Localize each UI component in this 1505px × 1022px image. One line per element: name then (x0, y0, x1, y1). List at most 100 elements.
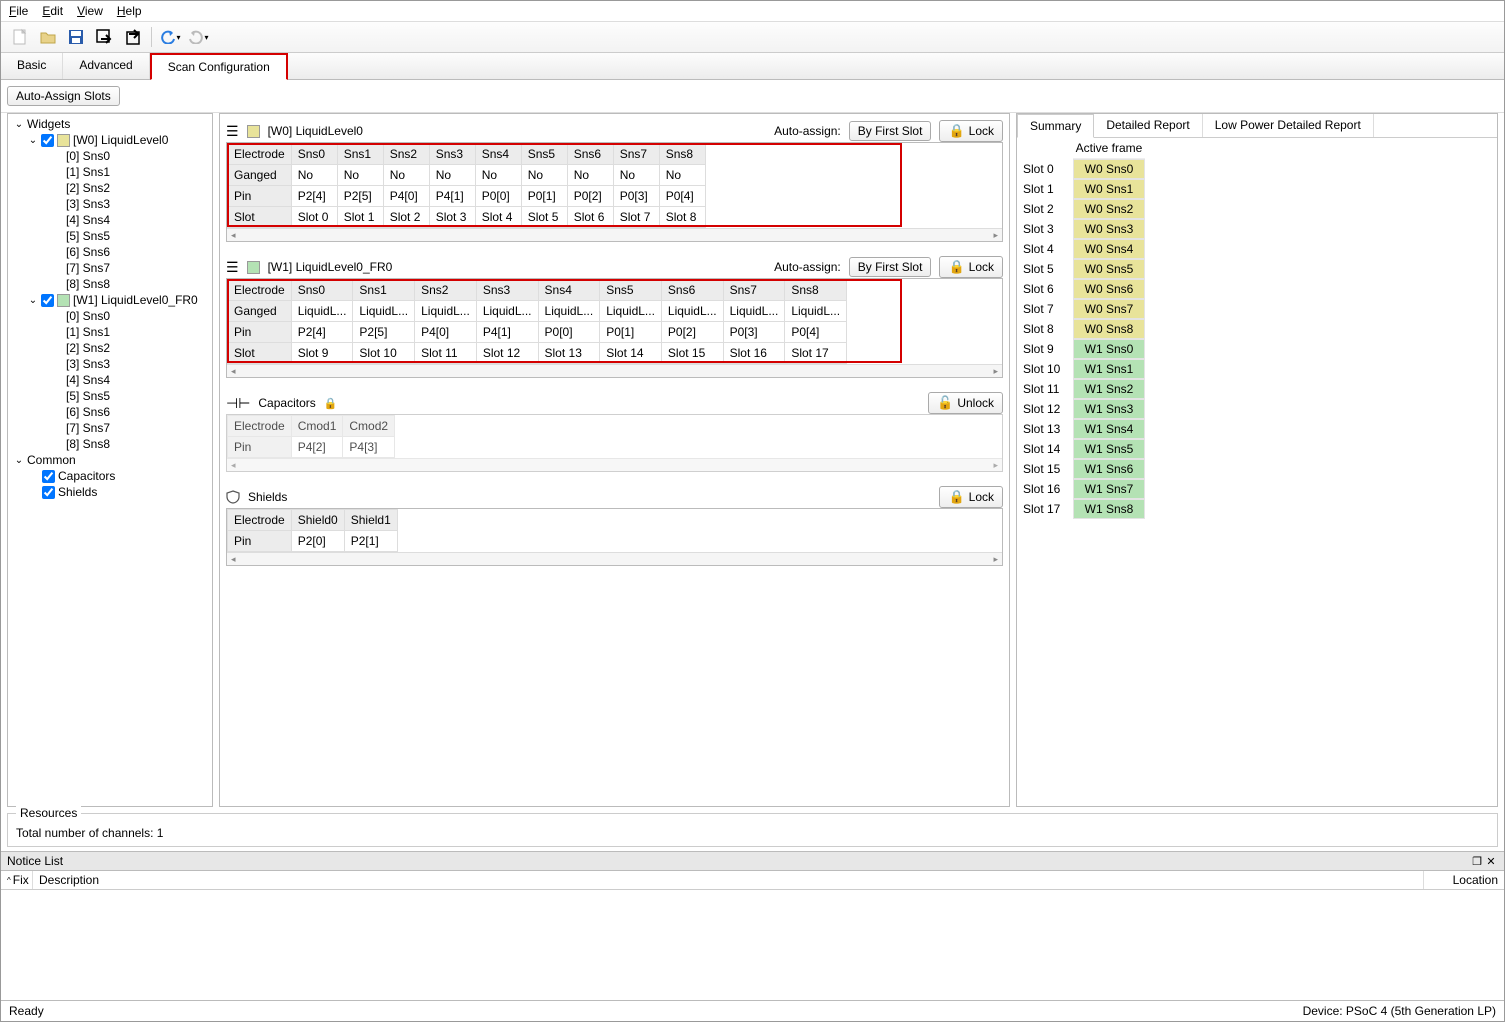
tree-w1-sns-3[interactable]: [3] Sns3 (8, 356, 212, 372)
grid-cell[interactable]: Slot 5 (521, 207, 567, 228)
grid-cell[interactable]: Shield1 (344, 510, 397, 531)
open-file-icon[interactable] (35, 24, 61, 50)
tree-w0-sns-5[interactable]: [5] Sns5 (8, 228, 212, 244)
tree-w0[interactable]: ⌄ [W0] LiquidLevel0 (8, 132, 212, 148)
grid-cell[interactable]: Slot 17 (785, 343, 847, 364)
grid-cell[interactable]: Shield0 (291, 510, 344, 531)
grid-cell[interactable]: P0[3] (613, 186, 659, 207)
grid-cell[interactable]: P4[0] (415, 322, 477, 343)
grid-cell[interactable]: No (659, 165, 705, 186)
grid-cell[interactable]: LiquidL... (415, 301, 477, 322)
tab-advanced[interactable]: Advanced (63, 53, 149, 79)
by-first-slot-button[interactable]: By First Slot (849, 121, 932, 141)
grid-cell[interactable]: Sns5 (600, 280, 662, 301)
grid-cell[interactable]: P0[4] (659, 186, 705, 207)
close-icon[interactable]: ✕ (1484, 855, 1498, 868)
grid-cell[interactable]: No (383, 165, 429, 186)
menu-edit[interactable]: Edit (42, 4, 63, 18)
grid-cell[interactable]: P0[3] (723, 322, 785, 343)
grid-cell[interactable]: P4[2] (291, 437, 343, 458)
tree-w1-sns-5[interactable]: [5] Sns5 (8, 388, 212, 404)
tree-w0-sns-6[interactable]: [6] Sns6 (8, 244, 212, 260)
hscroll[interactable] (227, 458, 1002, 471)
grid-cell[interactable]: Slot 0 (291, 207, 337, 228)
tree-w0-sns-8[interactable]: [8] Sns8 (8, 276, 212, 292)
grid-cell[interactable]: Sns7 (723, 280, 785, 301)
grid-cell[interactable]: Slot 2 (383, 207, 429, 228)
grid-cell[interactable]: No (613, 165, 659, 186)
grid-cell[interactable]: P4[1] (429, 186, 475, 207)
tree-w0-sns-1[interactable]: [1] Sns1 (8, 164, 212, 180)
grid-cell[interactable]: Cmod2 (343, 416, 395, 437)
col-fix[interactable]: ^Fix (1, 871, 33, 889)
tree-w1-sns-8[interactable]: [8] Sns8 (8, 436, 212, 452)
hscroll[interactable] (227, 364, 1002, 377)
tree-w0-sns-7[interactable]: [7] Sns7 (8, 260, 212, 276)
grid-cell[interactable]: No (475, 165, 521, 186)
grid-cell[interactable]: P0[0] (475, 186, 521, 207)
tree-w1-sns-1[interactable]: [1] Sns1 (8, 324, 212, 340)
auto-assign-slots-button[interactable]: Auto-Assign Slots (7, 86, 120, 106)
tree-common-root[interactable]: ⌄ Common (8, 452, 212, 468)
tree-shields[interactable]: Shields (8, 484, 212, 500)
tab-summary[interactable]: Summary (1017, 114, 1094, 138)
tab-low-power-report[interactable]: Low Power Detailed Report (1203, 114, 1374, 137)
grid-cell[interactable]: LiquidL... (538, 301, 600, 322)
hscroll[interactable] (227, 228, 1002, 241)
grid-cell[interactable]: Cmod1 (291, 416, 343, 437)
grid-cell[interactable]: Slot 1 (337, 207, 383, 228)
grid-cell[interactable]: P0[2] (567, 186, 613, 207)
unlock-button[interactable]: 🔓Unlock (928, 392, 1003, 414)
tab-detailed-report[interactable]: Detailed Report (1094, 114, 1202, 137)
grid-cell[interactable]: Sns4 (475, 144, 521, 165)
grid-cell[interactable]: P2[5] (353, 322, 415, 343)
tree-w1-sns-4[interactable]: [4] Sns4 (8, 372, 212, 388)
by-first-slot-button[interactable]: By First Slot (849, 257, 932, 277)
tree-w1-checkbox[interactable] (41, 294, 54, 307)
grid-cell[interactable]: Sns5 (521, 144, 567, 165)
tree-w0-sns-0[interactable]: [0] Sns0 (8, 148, 212, 164)
caret-down-icon[interactable]: ⌄ (14, 119, 24, 130)
grid-cell[interactable]: No (429, 165, 475, 186)
grid-cell[interactable]: Sns2 (383, 144, 429, 165)
tree-w1[interactable]: ⌄ [W1] LiquidLevel0_FR0 (8, 292, 212, 308)
grid-cell[interactable]: Sns8 (785, 280, 847, 301)
menu-file[interactable]: File (9, 4, 28, 18)
grid-cell[interactable]: P0[1] (600, 322, 662, 343)
grid-cell[interactable]: Sns4 (538, 280, 600, 301)
grid-cell[interactable]: P0[1] (521, 186, 567, 207)
lock-button[interactable]: 🔒Lock (939, 120, 1003, 142)
tree-w1-sns-2[interactable]: [2] Sns2 (8, 340, 212, 356)
tree-shields-checkbox[interactable] (42, 486, 55, 499)
col-location[interactable]: Location (1424, 871, 1504, 889)
grid-cell[interactable]: Sns0 (291, 144, 337, 165)
grid-cell[interactable]: LiquidL... (353, 301, 415, 322)
grid-cell[interactable]: No (337, 165, 383, 186)
redo-icon[interactable]: ▾ (186, 24, 212, 50)
grid-cell[interactable]: Sns3 (429, 144, 475, 165)
grid-cell[interactable]: Sns7 (613, 144, 659, 165)
grid-cell[interactable]: Slot 13 (538, 343, 600, 364)
grid-cell[interactable]: Sns0 (291, 280, 353, 301)
detach-icon[interactable]: ❐ (1470, 855, 1484, 868)
grid-cell[interactable]: LiquidL... (785, 301, 847, 322)
tree-w1-sns-7[interactable]: [7] Sns7 (8, 420, 212, 436)
grid-cell[interactable]: P4[3] (343, 437, 395, 458)
tree-w0-sns-3[interactable]: [3] Sns3 (8, 196, 212, 212)
tab-basic[interactable]: Basic (1, 53, 63, 79)
grid-cell[interactable]: Sns8 (659, 144, 705, 165)
caret-down-icon[interactable]: ⌄ (28, 295, 38, 306)
tree-w1-sns-6[interactable]: [6] Sns6 (8, 404, 212, 420)
grid-cell[interactable]: Sns2 (415, 280, 477, 301)
tree-w0-checkbox[interactable] (41, 134, 54, 147)
grid-cell[interactable]: Slot 3 (429, 207, 475, 228)
grid-cell[interactable]: LiquidL... (661, 301, 723, 322)
grid-cell[interactable]: Sns6 (661, 280, 723, 301)
grid-cell[interactable]: LiquidL... (291, 301, 353, 322)
save-icon[interactable] (63, 24, 89, 50)
grid-cell[interactable]: Sns3 (476, 280, 538, 301)
lock-button[interactable]: 🔒Lock (939, 256, 1003, 278)
col-description[interactable]: Description (33, 871, 1424, 889)
grid-cell[interactable]: Sns1 (337, 144, 383, 165)
grid-cell[interactable]: P0[0] (538, 322, 600, 343)
